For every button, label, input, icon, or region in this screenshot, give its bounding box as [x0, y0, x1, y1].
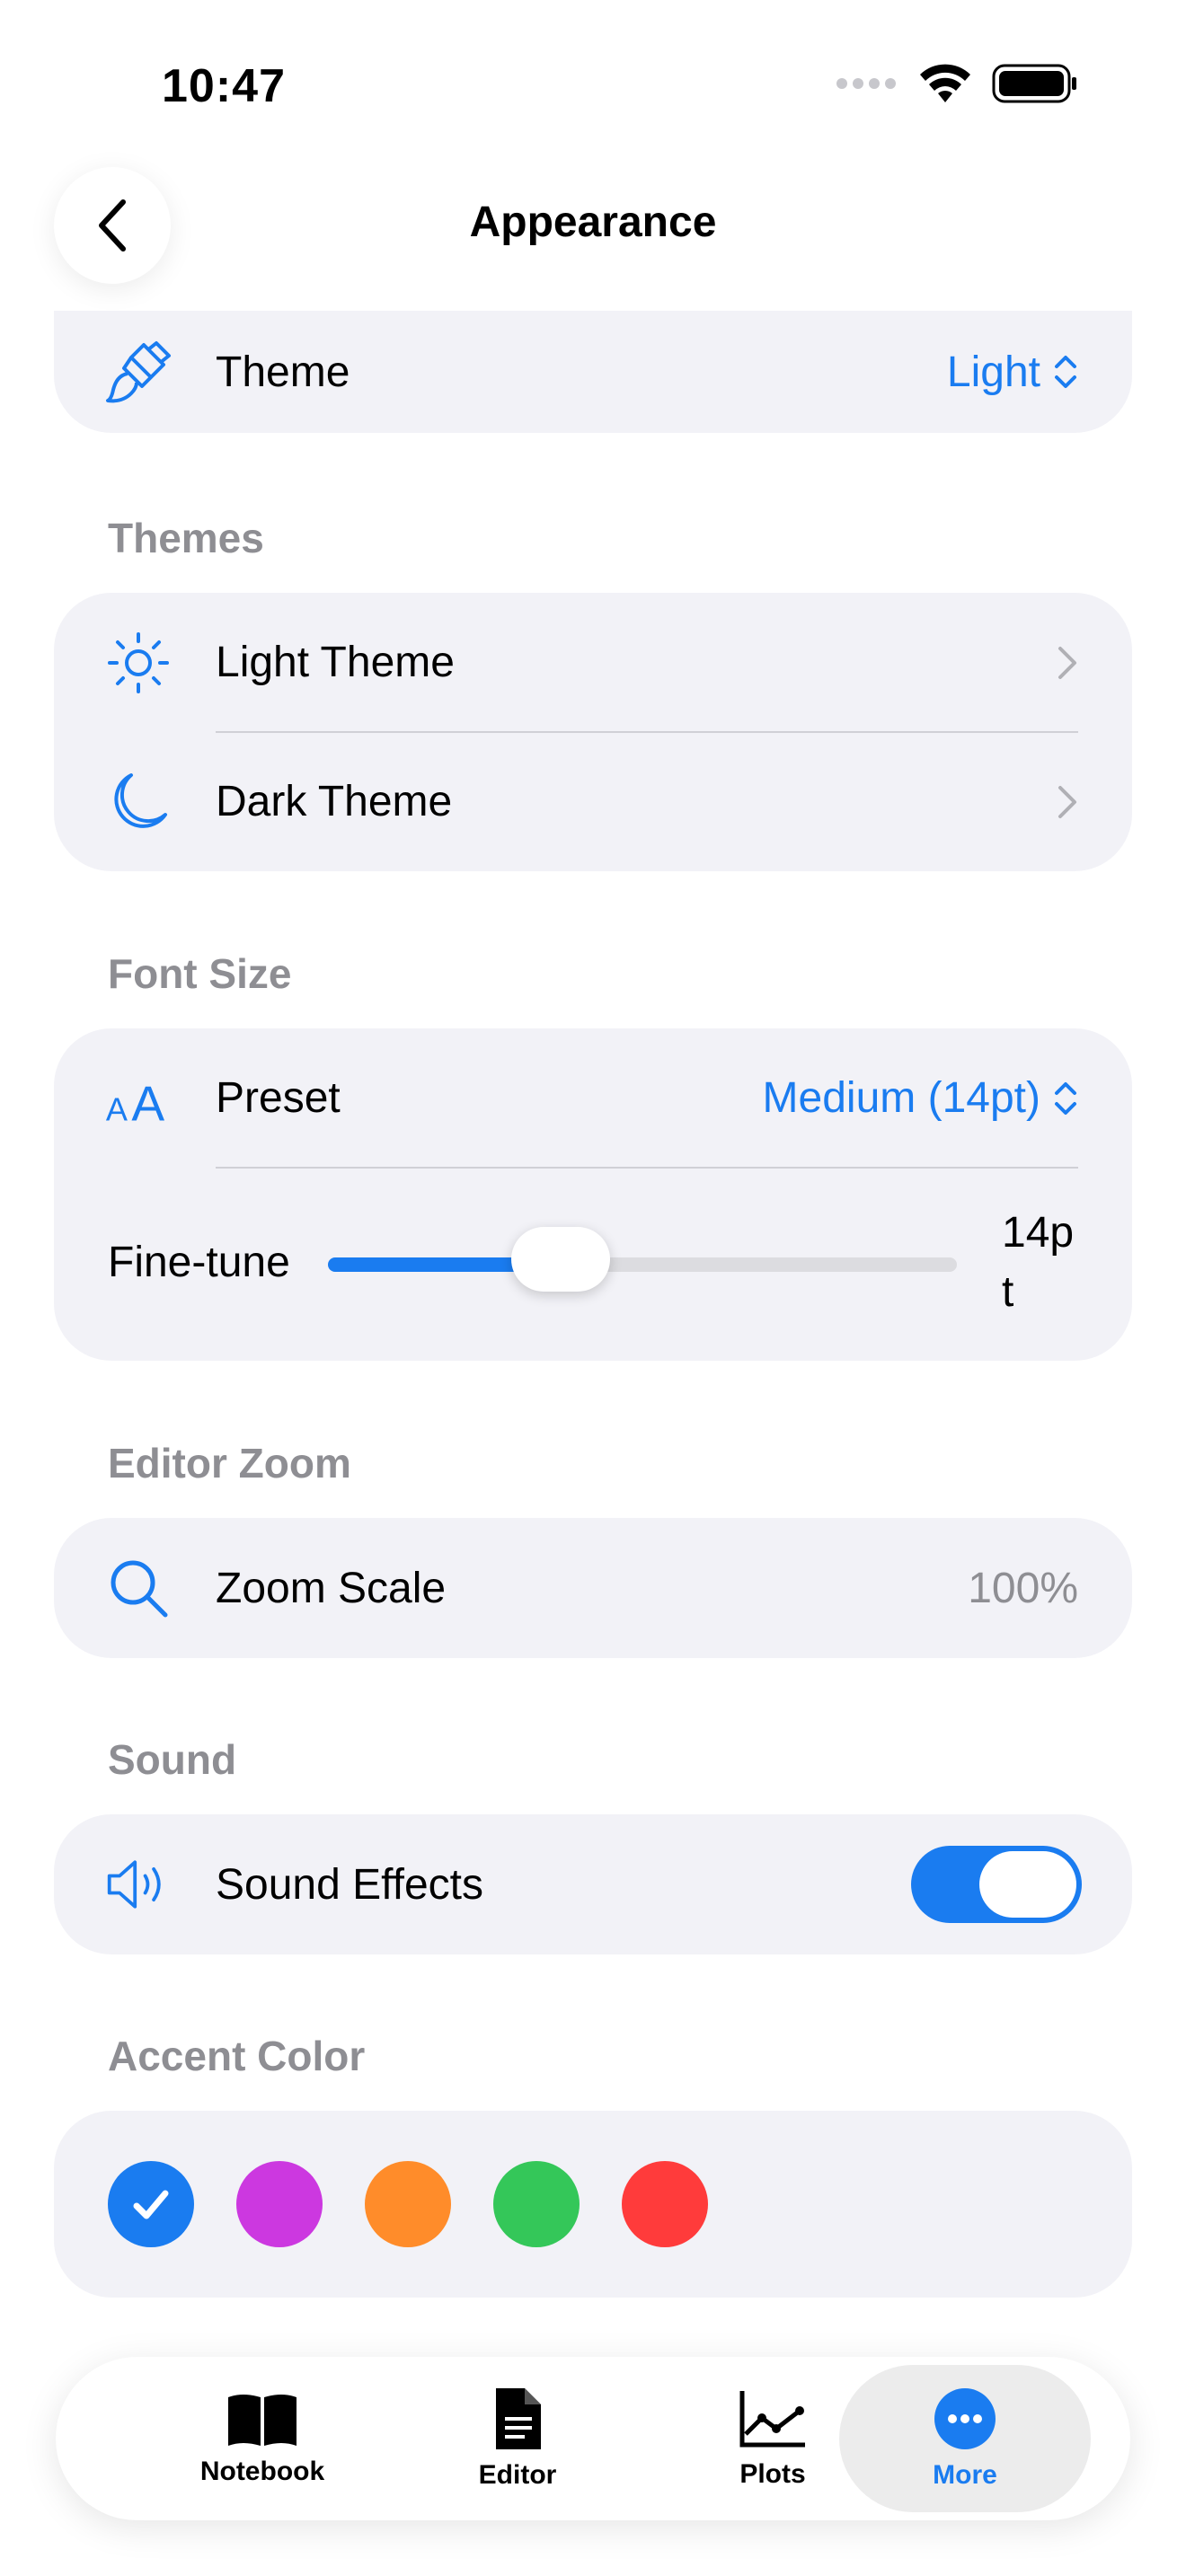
theme-row[interactable]: Theme Light — [54, 311, 1132, 433]
finetune-row: Fine-tune 14pt — [54, 1168, 1132, 1361]
preset-row[interactable]: A A Preset Medium (14pt) — [54, 1028, 1132, 1168]
tab-label: Notebook — [199, 2457, 325, 2486]
tab-label: Editor — [478, 2460, 557, 2490]
dark-theme-row[interactable]: Dark Theme — [54, 732, 1132, 871]
theme-card: Theme Light — [54, 311, 1132, 433]
status-time: 10:47 — [162, 60, 286, 112]
light-theme-row[interactable]: Light Theme — [54, 593, 1132, 732]
sound-effects-toggle[interactable] — [911, 1846, 1082, 1923]
finetune-label: Fine-tune — [108, 1239, 290, 1286]
theme-label: Theme — [216, 348, 350, 396]
accent-swatch[interactable] — [236, 2161, 323, 2247]
slider-fill — [328, 1257, 529, 1272]
tab-label: Plots — [739, 2459, 806, 2489]
editor-zoom-card: Zoom Scale 100% — [54, 1518, 1132, 1658]
battery-icon — [992, 64, 1076, 103]
zoom-scale-value: 100% — [968, 1564, 1078, 1612]
svg-text:A: A — [131, 1075, 164, 1131]
status-icons — [836, 63, 1078, 104]
tab-bar: Notebook Editor Plots More — [56, 2357, 1130, 2520]
editor-zoom-header: Editor Zoom — [108, 1440, 351, 1486]
document-icon — [496, 2388, 541, 2449]
finetune-slider[interactable] — [328, 1227, 957, 1292]
accent-swatch[interactable] — [365, 2161, 451, 2247]
chevron-right-icon — [1058, 785, 1076, 818]
sound-header: Sound — [108, 1736, 237, 1783]
dark-theme-label: Dark Theme — [216, 778, 453, 825]
svg-text:A: A — [106, 1090, 128, 1127]
tab-label: More — [933, 2460, 997, 2490]
wifi-icon — [920, 64, 970, 102]
accent-swatch[interactable] — [622, 2161, 708, 2247]
magnifier-icon — [104, 1554, 173, 1622]
chevron-updown-icon — [1055, 1081, 1076, 1115]
preset-label: Preset — [216, 1074, 341, 1122]
accent-swatch[interactable] — [108, 2161, 194, 2247]
theme-value: Light — [946, 348, 1040, 396]
accent-color-header: Accent Color — [108, 2033, 366, 2079]
tab-editor[interactable]: Editor — [392, 2357, 643, 2520]
slider-thumb[interactable] — [511, 1227, 610, 1292]
speaker-icon — [104, 1850, 173, 1919]
themes-header: Themes — [108, 515, 264, 561]
zoom-scale-label: Zoom Scale — [216, 1564, 447, 1612]
chevron-updown-icon — [1055, 356, 1076, 388]
theme-picker[interactable]: Light — [947, 348, 1078, 397]
moon-icon — [104, 768, 173, 836]
chart-icon — [739, 2391, 805, 2448]
page-title: Appearance — [469, 198, 717, 246]
preset-value: Medium (14pt) — [762, 1074, 1040, 1122]
finetune-value: 14pt — [1002, 1209, 1075, 1316]
book-icon — [228, 2395, 296, 2446]
sound-effects-row: Sound Effects — [54, 1814, 1132, 1954]
toggle-knob — [979, 1851, 1076, 1918]
tab-more[interactable]: More — [839, 2365, 1091, 2512]
preset-picker[interactable]: Medium (14pt) — [763, 1073, 1078, 1123]
more-icon — [934, 2388, 996, 2449]
font-size-card: A A Preset Medium (14pt) Fine-tune 14pt — [54, 1028, 1132, 1361]
themes-card: Light Theme Dark Theme — [54, 593, 1132, 871]
tab-notebook[interactable]: Notebook — [137, 2357, 388, 2520]
sound-card: Sound Effects — [54, 1814, 1132, 1954]
zoom-scale-row[interactable]: Zoom Scale 100% — [54, 1518, 1132, 1658]
accent-color-card — [54, 2111, 1132, 2298]
checkmark-icon — [133, 2190, 169, 2219]
signal-icon — [836, 78, 896, 89]
chevron-right-icon — [1058, 646, 1076, 679]
paintbrush-icon — [104, 338, 173, 406]
sun-icon — [104, 629, 173, 697]
light-theme-label: Light Theme — [216, 639, 455, 686]
sound-effects-label: Sound Effects — [216, 1860, 483, 1909]
font-size-header: Font Size — [108, 950, 292, 997]
accent-swatch[interactable] — [493, 2161, 580, 2247]
text-size-icon: A A — [104, 1064, 173, 1133]
